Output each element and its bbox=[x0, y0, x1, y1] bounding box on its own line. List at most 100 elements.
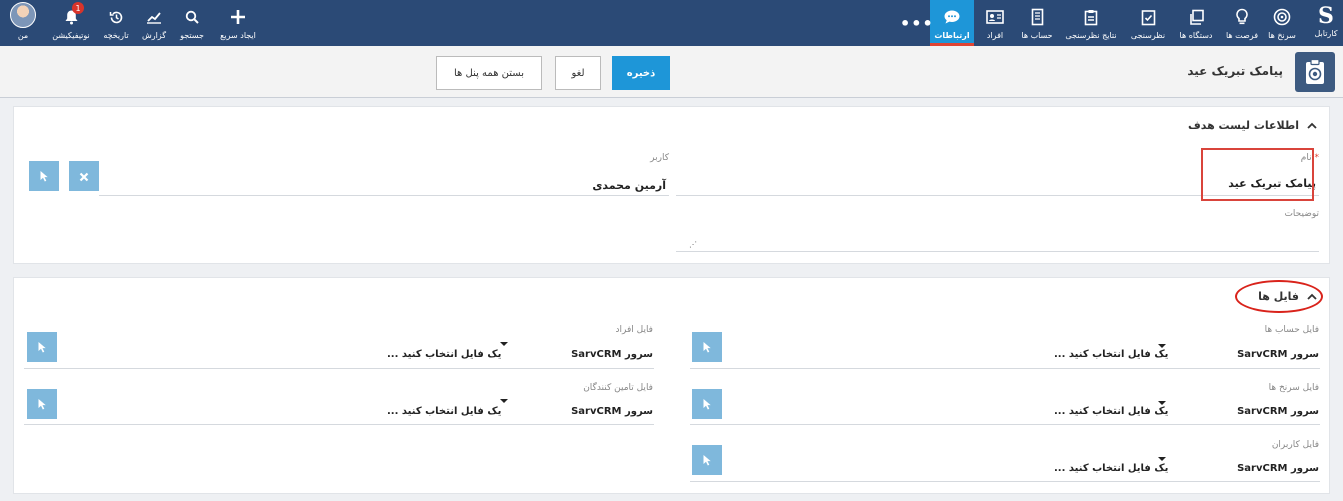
leads-file-browse-button[interactable] bbox=[692, 389, 722, 419]
search-button[interactable]: جستجو bbox=[176, 0, 208, 46]
target-list-icon bbox=[1295, 52, 1335, 92]
nav-item-opportunities[interactable]: فرصت ها bbox=[1222, 0, 1262, 46]
nav-label-devices: دستگاه ها bbox=[1179, 31, 1213, 40]
leads-file-label: فایل سرنخ ها bbox=[1268, 383, 1319, 393]
record-title-bar: پیامک تبریک عید ذخیره لغو بستن همه پنل ه… bbox=[0, 46, 1343, 98]
notification-label: نوتیفیکیشن bbox=[52, 31, 90, 40]
cancel-button[interactable]: لغو bbox=[555, 56, 601, 90]
page-title: پیامک تبریک عید bbox=[1187, 64, 1283, 78]
pointer-icon bbox=[702, 451, 712, 470]
name-field-highlight bbox=[1201, 148, 1314, 201]
cartable-logo-button[interactable]: S کارتابل bbox=[1309, 0, 1343, 46]
close-all-panels-button[interactable]: بستن همه پنل ها bbox=[436, 56, 542, 90]
history-label: تاریخچه bbox=[103, 31, 129, 40]
users-file-underline bbox=[690, 481, 1320, 482]
pointer-icon bbox=[37, 395, 47, 414]
suppliers-file-select[interactable]: یک فایل انتخاب کنید ... bbox=[387, 406, 501, 417]
top-navigation-bar: S کارتابل سرنخ ها فرصت ها دستگاه ها نظرس… bbox=[0, 0, 1343, 46]
search-icon bbox=[185, 5, 199, 29]
select-user-button[interactable] bbox=[29, 161, 59, 191]
nav-label-contacts: افراد bbox=[986, 31, 1004, 40]
nav-label-opportunities: فرصت ها bbox=[1225, 31, 1259, 40]
chat-bubble-icon bbox=[943, 5, 961, 29]
nav-item-devices[interactable]: دستگاه ها bbox=[1174, 0, 1218, 46]
user-field-underline bbox=[99, 195, 669, 196]
users-file-label: فایل کاربران bbox=[1271, 440, 1319, 450]
suppliers-file-browse-button[interactable] bbox=[27, 389, 57, 419]
clear-user-button[interactable] bbox=[69, 161, 99, 191]
quick-create-label: ایجاد سریع bbox=[220, 31, 256, 40]
target-icon bbox=[1273, 5, 1291, 29]
accounts-file-browse-button[interactable] bbox=[692, 332, 722, 362]
report-button[interactable]: گزارش bbox=[138, 0, 170, 46]
textarea-resize-handle[interactable]: ⋰ bbox=[689, 240, 697, 249]
chart-icon bbox=[146, 5, 162, 29]
checklist-icon bbox=[1141, 5, 1156, 29]
nav-item-communications[interactable]: ارتباطات bbox=[930, 0, 974, 46]
pointer-icon bbox=[37, 338, 47, 357]
nav-label-survey-results: نتایج نظرسنجی bbox=[1065, 31, 1117, 40]
nav-label-survey: نظرسنجی bbox=[1130, 31, 1166, 40]
more-menu-button[interactable]: ••• bbox=[900, 14, 934, 33]
target-list-info-panel: اطلاعات لیست هدف * نام پیامک تبریک عید ت… bbox=[13, 106, 1330, 264]
accounts-file-label: فایل حساب ها bbox=[1264, 325, 1319, 335]
description-field[interactable] bbox=[676, 251, 1319, 252]
contacts-file-browse-button[interactable] bbox=[27, 332, 57, 362]
leads-file-underline bbox=[690, 424, 1320, 425]
users-file-select[interactable]: یک فایل انتخاب کنید ... bbox=[1054, 463, 1168, 474]
nav-label-leads: سرنخ ها bbox=[1268, 31, 1296, 40]
chevron-down-icon bbox=[500, 399, 508, 403]
chevron-down-icon bbox=[1158, 344, 1166, 348]
accounts-file-select[interactable]: یک فایل انتخاب کنید ... bbox=[1054, 349, 1168, 360]
lightbulb-icon bbox=[1235, 5, 1249, 29]
notification-count-badge: 1 bbox=[72, 2, 84, 14]
building-icon bbox=[1031, 5, 1044, 29]
user-field-value: آرمین محمدی bbox=[592, 179, 666, 192]
cartable-label: کارتابل bbox=[1314, 29, 1338, 38]
target-list-info-header[interactable]: اطلاعات لیست هدف bbox=[1188, 119, 1317, 132]
save-button[interactable]: ذخیره bbox=[612, 56, 670, 90]
description-field-label: توضیحات bbox=[1284, 209, 1319, 219]
contact-card-icon bbox=[986, 5, 1004, 29]
required-marker: * bbox=[1314, 153, 1320, 163]
report-label: گزارش bbox=[141, 31, 167, 40]
nav-item-accounts[interactable]: حساب ها bbox=[1016, 0, 1058, 46]
accounts-file-server: سرور SarvCRM bbox=[1237, 349, 1319, 360]
nav-item-contacts[interactable]: افراد bbox=[978, 0, 1012, 46]
chevron-down-icon bbox=[1158, 401, 1166, 405]
search-label: جستجو bbox=[180, 31, 204, 40]
leads-file-select[interactable]: یک فایل انتخاب کنید ... bbox=[1054, 406, 1168, 417]
suppliers-file-label: فایل تامین کنندگان bbox=[583, 383, 653, 393]
pointer-icon bbox=[39, 167, 49, 186]
contacts-file-select[interactable]: یک فایل انتخاب کنید ... bbox=[387, 349, 501, 360]
plus-icon bbox=[230, 5, 246, 29]
profile-label: من bbox=[17, 31, 29, 40]
nav-item-survey[interactable]: نظرسنجی bbox=[1126, 0, 1170, 46]
quick-create-button[interactable]: ایجاد سریع bbox=[218, 0, 258, 46]
chevron-down-icon bbox=[500, 342, 508, 346]
users-file-browse-button[interactable] bbox=[692, 445, 722, 475]
nav-item-leads[interactable]: سرنخ ها bbox=[1262, 0, 1302, 46]
nav-label-accounts: حساب ها bbox=[1021, 31, 1053, 40]
nav-label-communications: ارتباطات bbox=[934, 31, 970, 40]
close-icon bbox=[79, 167, 89, 186]
chevron-down-icon bbox=[1158, 457, 1166, 461]
files-panel: فایل ها فایل حساب ها سرور SarvCRM یک فای… bbox=[13, 277, 1330, 494]
suppliers-file-server: سرور SarvCRM bbox=[571, 406, 653, 417]
contacts-file-underline bbox=[24, 368, 654, 369]
profile-button[interactable]: من bbox=[6, 0, 40, 46]
users-file-server: سرور SarvCRM bbox=[1237, 463, 1319, 474]
notification-button[interactable]: نوتیفیکیشن bbox=[48, 0, 94, 46]
user-field-label: کاربر bbox=[650, 153, 669, 163]
history-button[interactable]: تاریخچه bbox=[98, 0, 134, 46]
nav-item-survey-results[interactable]: نتایج نظرسنجی bbox=[1060, 0, 1122, 46]
chevron-up-icon bbox=[1307, 119, 1317, 132]
suppliers-file-underline bbox=[24, 424, 654, 425]
copy-icon bbox=[1188, 5, 1205, 29]
panel-title-target-list-info: اطلاعات لیست هدف bbox=[1187, 119, 1299, 132]
app-logo-letter: S bbox=[1318, 3, 1334, 29]
clipboard-icon bbox=[1084, 5, 1098, 29]
pointer-icon bbox=[702, 395, 712, 414]
history-icon bbox=[109, 5, 124, 29]
avatar bbox=[10, 2, 36, 28]
